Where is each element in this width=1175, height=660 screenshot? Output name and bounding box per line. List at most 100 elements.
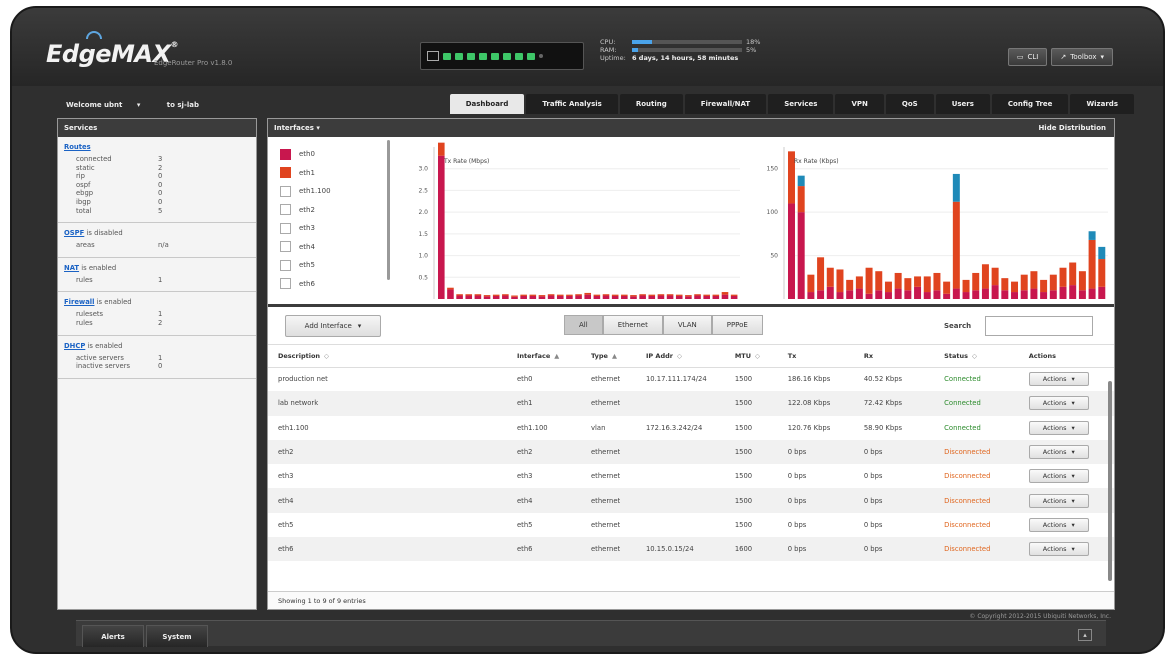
actions-button[interactable]: Actions ▾ xyxy=(1028,469,1089,484)
column-header-mtu[interactable]: MTU ◇ xyxy=(724,345,778,368)
user-menu[interactable]: Welcome ubnt ▾ xyxy=(66,101,152,109)
tab-services[interactable]: Services xyxy=(768,94,834,114)
column-header-tx[interactable]: Tx xyxy=(777,345,854,368)
cell-type: ethernet xyxy=(591,520,621,529)
tab-routing[interactable]: Routing xyxy=(619,94,683,114)
expand-icon[interactable]: ▴ xyxy=(1078,629,1092,641)
bar-eth0-7 xyxy=(502,295,509,299)
stat-key: rip xyxy=(76,172,85,181)
cell-rx: 0 bps xyxy=(863,472,883,481)
table-row[interactable]: eth5 eth5 ethernet 1500 0 bps 0 bps Disconnect… xyxy=(268,512,1114,538)
tab-dashboard[interactable]: Dashboard xyxy=(449,94,525,114)
actions-button[interactable]: Actions ▾ xyxy=(1028,517,1089,532)
toolbox-button[interactable]: ↗ Toolbox ▾ xyxy=(1051,48,1113,66)
column-header-actions[interactable]: Actions xyxy=(1018,345,1114,368)
legend-item-eth2[interactable]: eth2 xyxy=(280,201,331,220)
tab-config-tree[interactable]: Config Tree xyxy=(991,94,1069,114)
bar-eth1-28 xyxy=(694,294,701,296)
actions-button[interactable]: Actions ▾ xyxy=(1028,493,1089,508)
column-header-description[interactable]: Description ◇ xyxy=(268,345,507,368)
port-led-icon xyxy=(491,52,499,60)
routes-stat-row: static 2 xyxy=(64,164,250,173)
legend-item-eth1[interactable]: eth1 xyxy=(280,164,331,183)
legend-item-eth4[interactable]: eth4 xyxy=(280,238,331,257)
system-tab[interactable]: System xyxy=(146,625,208,647)
y-tick-label: 1.5 xyxy=(418,231,428,238)
bar-eth1-29 xyxy=(703,294,710,296)
hide-distribution-link[interactable]: Hide Distribution xyxy=(1038,124,1106,132)
bar-eth1-21 xyxy=(630,295,637,297)
tab-users[interactable]: Users xyxy=(935,94,990,114)
table-scrollbar[interactable] xyxy=(1108,381,1112,581)
column-header-interface[interactable]: Interface ▲ xyxy=(506,345,581,368)
alerts-tab[interactable]: Alerts xyxy=(82,625,144,647)
actions-button[interactable]: Actions ▾ xyxy=(1028,420,1089,435)
nat-link[interactable]: NAT xyxy=(64,264,79,272)
column-header-type[interactable]: Type ▲ xyxy=(581,345,636,368)
routes-link[interactable]: Routes xyxy=(64,143,91,151)
bar-eth1-11 xyxy=(894,272,902,289)
ospf-link[interactable]: OSPF xyxy=(64,229,84,237)
bar-eth1-10 xyxy=(529,294,537,296)
legend-item-eth0[interactable]: eth0 xyxy=(280,145,331,164)
column-label: Description xyxy=(278,351,321,360)
y-tick-label: 150 xyxy=(767,166,779,173)
legend-scrollbar[interactable] xyxy=(387,140,390,280)
app-window: EdgeMAX® EdgeRouter Pro v1.8.0 CPU: 18% R… xyxy=(10,6,1165,654)
chevron-down-icon: ▾ xyxy=(316,124,320,132)
column-header-rx[interactable]: Rx xyxy=(853,345,935,368)
bar-eth1-4 xyxy=(474,294,482,296)
bar-eth0-1 xyxy=(447,289,454,299)
stat-value: 0 xyxy=(158,189,163,198)
column-header-ip-addr[interactable]: IP Addr ◇ xyxy=(635,345,725,368)
filter-pppoe[interactable]: PPPoE xyxy=(711,315,763,335)
add-interface-button[interactable]: Add Interface ▾ xyxy=(285,315,381,337)
bar-eth1-21 xyxy=(991,267,999,286)
firewall-stat-row: rulesets 1 xyxy=(64,310,250,319)
legend-item-eth1-100[interactable]: eth1.100 xyxy=(280,182,331,201)
column-header-status[interactable]: Status ◇ xyxy=(934,345,1019,368)
actions-button[interactable]: Actions ▾ xyxy=(1028,396,1089,411)
bar-eth0-2 xyxy=(456,295,463,299)
actions-button[interactable]: Actions ▾ xyxy=(1028,542,1089,557)
dhcp-link[interactable]: DHCP xyxy=(64,342,85,350)
tab-wizards[interactable]: Wizards xyxy=(1070,94,1134,114)
table-row[interactable]: production net eth0 ethernet 10.17.111.174/… xyxy=(268,367,1114,392)
legend-item-eth6[interactable]: eth6 xyxy=(280,275,331,294)
cell-desc: eth2 xyxy=(278,448,294,457)
tab-traffic-analysis[interactable]: Traffic Analysis xyxy=(526,94,618,114)
stat-value: 0 xyxy=(158,362,163,371)
cell-type: ethernet xyxy=(591,375,621,384)
table-row[interactable]: eth4 eth4 ethernet 1500 0 bps 0 bps Disconnect… xyxy=(268,488,1114,513)
legend-item-eth3[interactable]: eth3 xyxy=(280,219,331,238)
filter-vlan[interactable]: VLAN xyxy=(662,315,712,335)
search-input[interactable] xyxy=(985,316,1093,336)
table-row[interactable]: eth1.100 eth1.100 vlan 172.16.3.242/24 1500 1… xyxy=(268,415,1114,440)
firewall-link[interactable]: Firewall xyxy=(64,298,94,306)
bar-eth1-25 xyxy=(666,294,674,296)
tab-firewall-nat[interactable]: Firewall/NAT xyxy=(684,94,767,114)
actions-button[interactable]: Actions ▾ xyxy=(1028,372,1089,387)
bar-eth1-22 xyxy=(1001,278,1009,291)
interfaces-menu[interactable]: Interfaces ▾ xyxy=(274,124,320,132)
cell-iface: eth5 xyxy=(516,520,533,529)
table-row[interactable]: lab network eth1 ethernet 1500 122.08 Kbps 72… xyxy=(268,391,1114,416)
tab-vpn[interactable]: VPN xyxy=(835,94,884,114)
cell-actions: Actions ▾ xyxy=(1019,513,1114,537)
table-row[interactable]: eth6 eth6 ethernet 10.15.0.15/24 1600 0 bps 0 … xyxy=(268,537,1114,562)
filter-all[interactable]: All xyxy=(564,315,603,335)
legend-item-eth5[interactable]: eth5 xyxy=(280,256,331,275)
filter-ethernet[interactable]: Ethernet xyxy=(602,315,663,335)
bar-eth0-15 xyxy=(933,290,941,299)
tab-qos[interactable]: QoS xyxy=(885,94,934,114)
legend-swatch xyxy=(280,259,291,271)
bar-eth0-27 xyxy=(1049,290,1057,299)
table-row[interactable]: eth3 eth3 ethernet 1500 0 bps 0 bps Disconnect… xyxy=(268,464,1114,489)
cell-desc: eth1.100 xyxy=(278,423,309,432)
cli-button[interactable]: ▭ CLI xyxy=(1007,48,1048,66)
stat-key: total xyxy=(76,206,92,215)
actions-button[interactable]: Actions ▾ xyxy=(1028,445,1089,460)
bar-eth1-30 xyxy=(712,294,720,296)
table-row[interactable]: eth2 eth2 ethernet 1500 0 bps 0 bps Disconnect… xyxy=(268,439,1114,465)
ram-bar-fill xyxy=(632,48,638,52)
